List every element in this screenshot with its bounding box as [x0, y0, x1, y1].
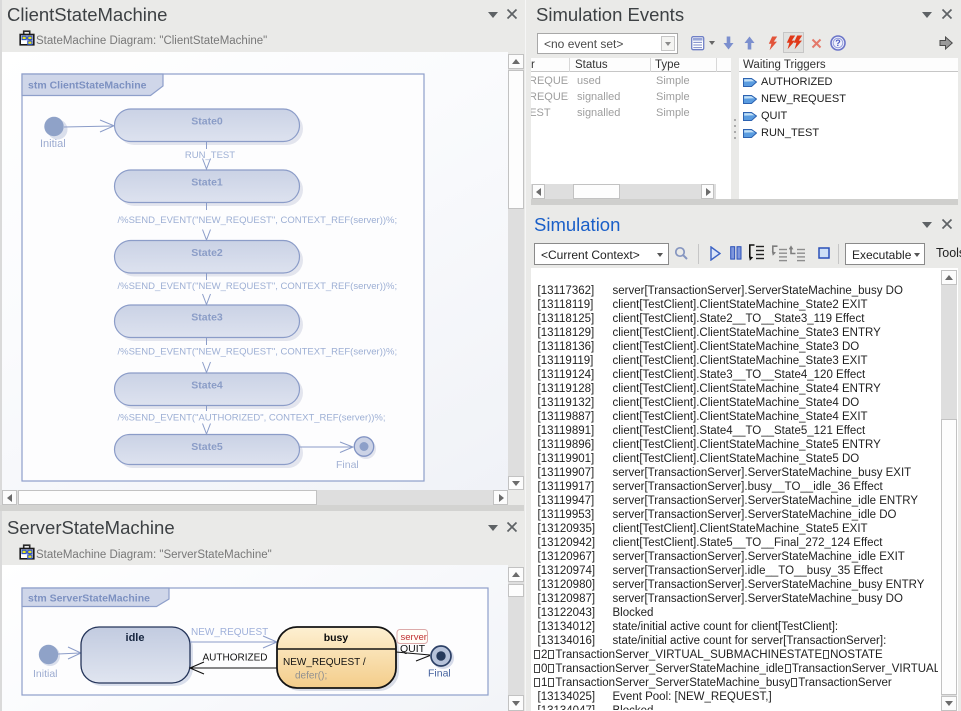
svg-text:State3: State3 [191, 312, 223, 324]
svg-text:/%SEND_EVENT("NEW_REQUEST", CO: /%SEND_EVENT("NEW_REQUEST", CONTEXT_REF(… [118, 215, 398, 226]
svg-text:/%SEND_EVENT("AUTHORIZED", CON: /%SEND_EVENT("AUTHORIZED", CONTEXT_REF(s… [118, 413, 386, 424]
svg-text:State2: State2 [191, 247, 223, 259]
svg-text:RUN_TEST: RUN_TEST [185, 150, 235, 161]
svg-text:Initial: Initial [40, 138, 66, 150]
svg-text:server: server [401, 632, 427, 643]
svg-text:Final: Final [336, 459, 359, 471]
svg-text:/%SEND_EVENT("NEW_REQUEST", CO: /%SEND_EVENT("NEW_REQUEST", CONTEXT_REF(… [118, 347, 398, 358]
svg-text:?: ? [835, 38, 841, 48]
svg-text:defer();: defer(); [295, 671, 327, 682]
svg-text:idle: idle [126, 632, 145, 644]
svg-text:Final: Final [428, 668, 451, 680]
svg-text:State5: State5 [191, 441, 223, 453]
svg-text:State0: State0 [191, 116, 223, 128]
svg-text:stm ClientStateMachine: stm ClientStateMachine [28, 80, 147, 92]
svg-text:stm ServerStateMachine: stm ServerStateMachine [28, 593, 150, 605]
svg-text:NEW_REQUEST: NEW_REQUEST [191, 627, 268, 638]
svg-text:Initial: Initial [33, 668, 58, 680]
svg-text:/%SEND_EVENT("NEW_REQUEST", CO: /%SEND_EVENT("NEW_REQUEST", CONTEXT_REF(… [118, 281, 398, 292]
svg-text:State1: State1 [191, 177, 223, 189]
svg-text:NEW_REQUEST /: NEW_REQUEST / [283, 657, 366, 668]
svg-text:busy: busy [324, 632, 349, 644]
svg-text:AUTHORIZED: AUTHORIZED [203, 653, 268, 664]
svg-text:State4: State4 [191, 380, 223, 392]
